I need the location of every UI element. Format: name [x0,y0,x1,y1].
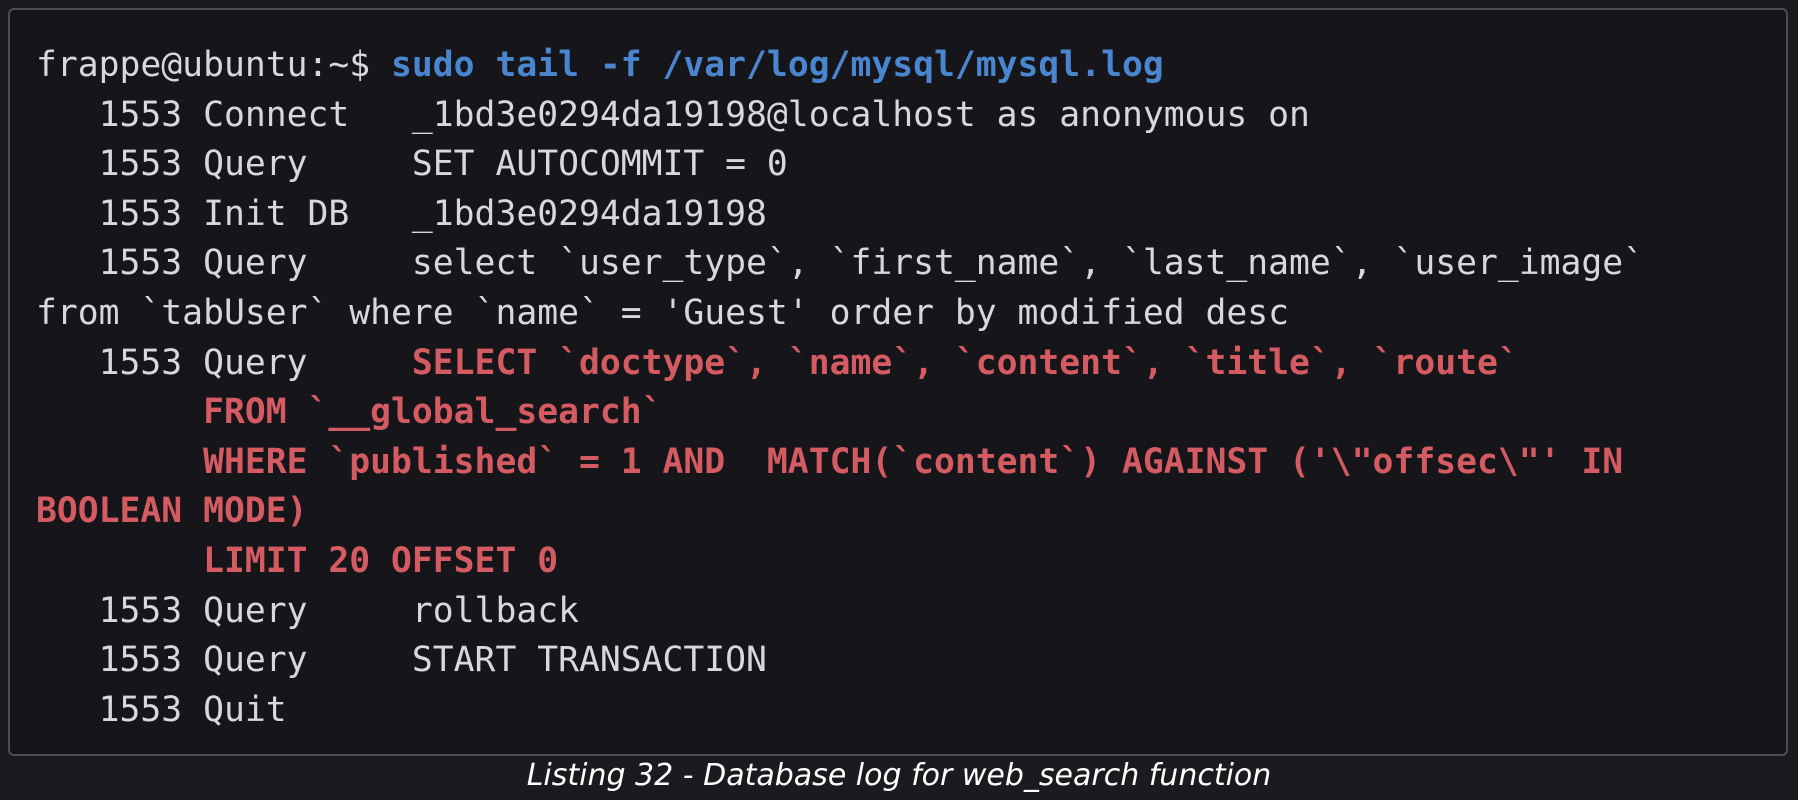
log-line: 1553 Init DB _1bd3e0294da19198 [36,193,767,234]
highlighted-sql: BOOLEAN MODE) [36,491,308,532]
log-line-prefix: 1553 Query [36,342,412,383]
log-line: 1553 Query select `user_type`, `first_na… [36,243,1645,284]
log-line: 1553 Query rollback [36,590,579,631]
log-line: 1553 Quit [36,689,287,730]
prompt-line: frappe@ubuntu:~$ sudo tail -f /var/log/m… [36,41,1644,91]
log-line: 1553 Query START TRANSACTION [36,640,767,681]
log-line: 1553 Connect _1bd3e0294da19198@localhost… [36,94,1310,135]
highlighted-sql: LIMIT 20 OFFSET 0 [36,540,559,581]
log-line-highlighted: 1553 Query SELECT `doctype`, `name`, `co… [36,339,1644,389]
highlighted-sql: WHERE `published` = 1 AND MATCH(`content… [36,441,1624,482]
log-line-wrap: from `tabUser` where `name` = 'Guest' or… [36,292,1290,333]
listing-caption: Listing 32 - Database log for web_search… [526,758,1272,793]
highlighted-sql: SELECT `doctype`, `name`, `content`, `ti… [411,342,1519,383]
shell-command: sudo tail -f /var/log/mysql/mysql.log [391,45,1164,85]
log-line: 1553 Query SET AUTOCOMMIT = 0 [36,144,788,185]
terminal-window: frappe@ubuntu:~$ sudo tail -f /var/log/m… [8,8,1788,756]
highlighted-sql: FROM `__global_search` [36,392,663,433]
terminal-output: frappe@ubuntu:~$ sudo tail -f /var/log/m… [36,41,1644,735]
shell-prompt: frappe@ubuntu:~$ [36,45,392,85]
